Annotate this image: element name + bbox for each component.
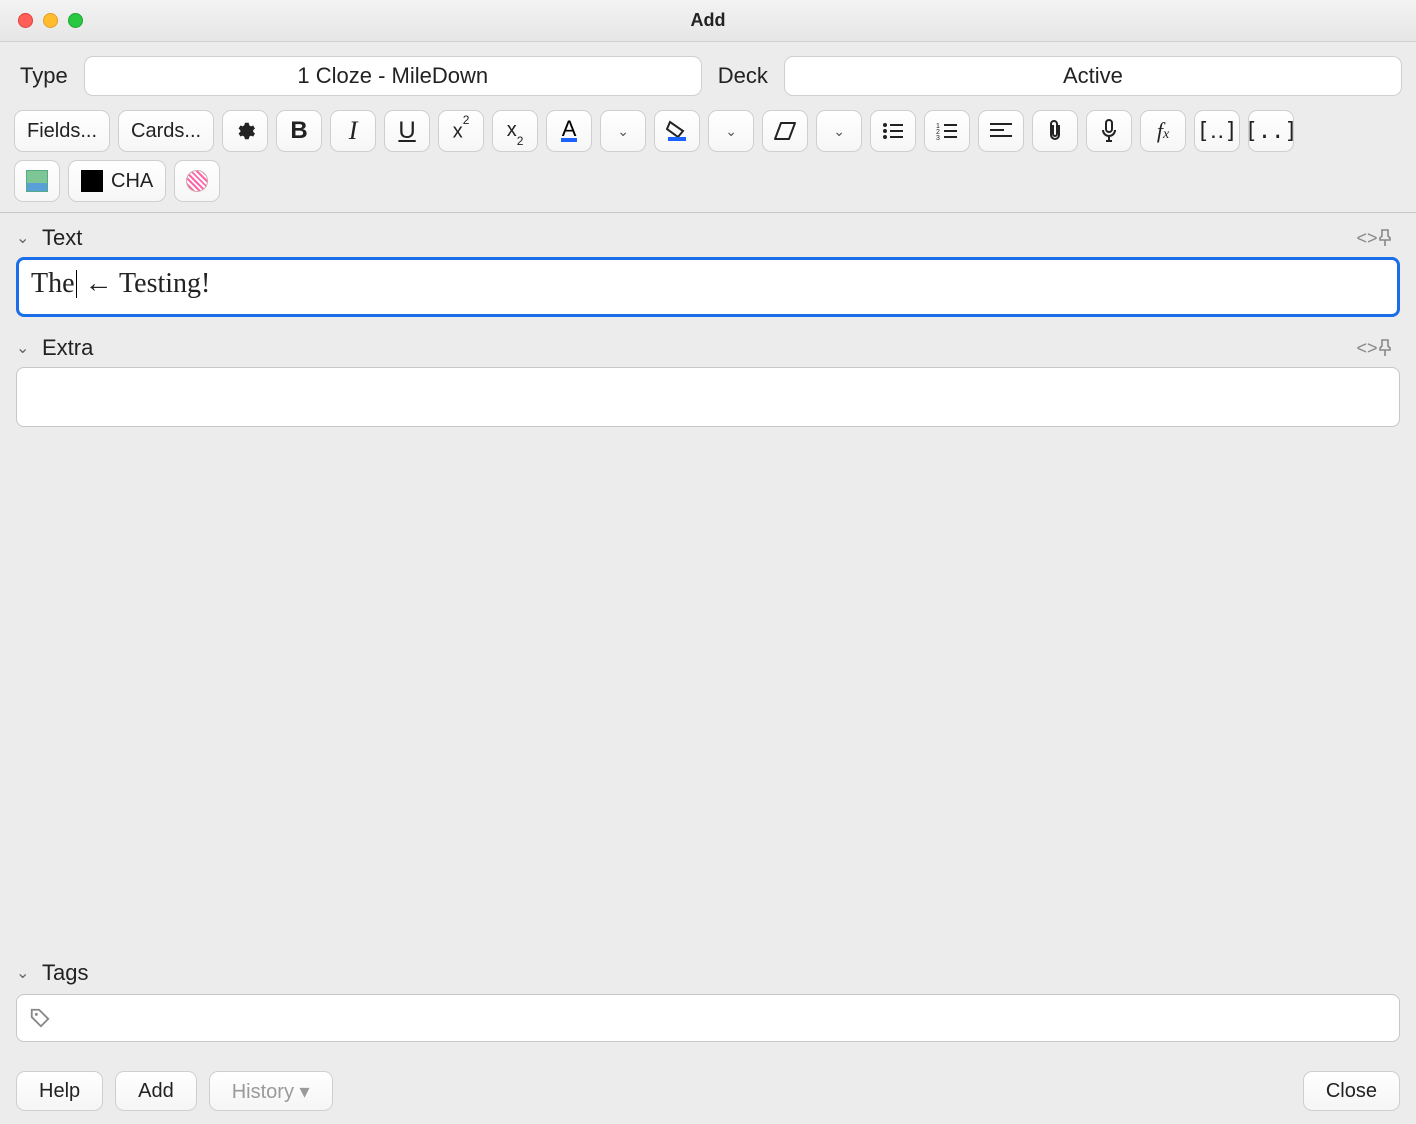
text-color-dropdown[interactable]: ⌄ xyxy=(600,110,646,152)
highlight-button[interactable] xyxy=(654,110,700,152)
subscript-icon: x2 xyxy=(507,119,524,144)
underline-icon: U xyxy=(398,117,415,145)
tags-input[interactable] xyxy=(16,994,1400,1042)
gear-icon xyxy=(234,120,256,142)
subscript-button[interactable]: x2 xyxy=(492,110,538,152)
bold-button[interactable]: B xyxy=(276,110,322,152)
text-color-button[interactable]: A xyxy=(546,110,592,152)
cha-label: CHA xyxy=(111,170,153,193)
eraser-icon xyxy=(773,121,797,141)
chevron-down-icon: ⌄ xyxy=(617,123,629,140)
window-title: Add xyxy=(0,10,1416,31)
underline-button[interactable]: U xyxy=(384,110,430,152)
image-icon xyxy=(26,170,48,192)
function-icon: fx xyxy=(1157,118,1169,144)
bold-icon: B xyxy=(290,117,307,145)
field-text-value-after: ← Testing! xyxy=(78,268,211,299)
field-text-value-before: The xyxy=(31,268,75,299)
text-cursor xyxy=(76,270,77,298)
fields-button[interactable]: Fields... xyxy=(14,110,110,152)
italic-button[interactable]: I xyxy=(330,110,376,152)
tags-label: Tags xyxy=(42,960,88,986)
editor-toolbar: Fields... Cards... B I U x2 x2 A ⌄ ⌄ ⌄ xyxy=(0,104,1416,213)
collapse-toggle[interactable]: ⌄ xyxy=(16,963,34,983)
record-audio-button[interactable] xyxy=(1086,110,1132,152)
note-type-value: 1 Cloze - MileDown xyxy=(297,63,488,89)
chevron-down-icon: ⌄ xyxy=(833,123,845,140)
deck-value: Active xyxy=(1063,63,1123,89)
bottom-bar: Help Add History ▾ Close xyxy=(0,1058,1416,1124)
field-extra-label: Extra xyxy=(42,335,93,361)
field-extra-input[interactable] xyxy=(16,367,1400,427)
highlight-dropdown[interactable]: ⌄ xyxy=(708,110,754,152)
type-deck-row: Type 1 Cloze - MileDown Deck Active xyxy=(0,42,1416,104)
cha-color-button[interactable]: CHA xyxy=(68,160,166,202)
paperclip-icon xyxy=(1047,119,1063,143)
clear-format-dropdown[interactable]: ⌄ xyxy=(816,110,862,152)
text-color-icon: A xyxy=(561,120,578,142)
deck-selector[interactable]: Active xyxy=(784,56,1402,96)
type-label: Type xyxy=(14,63,74,89)
color-swatch-icon xyxy=(81,170,103,192)
field-extra: ⌄ Extra <> xyxy=(16,335,1400,427)
equation-button[interactable]: fx xyxy=(1140,110,1186,152)
clear-format-button[interactable] xyxy=(762,110,808,152)
collapse-toggle[interactable]: ⌄ xyxy=(16,338,34,358)
note-type-selector[interactable]: 1 Cloze - MileDown xyxy=(84,56,702,96)
title-bar: Add xyxy=(0,0,1416,42)
help-button[interactable]: Help xyxy=(16,1071,103,1111)
field-text-input[interactable]: The ← Testing! xyxy=(16,257,1400,317)
addon-button[interactable] xyxy=(174,160,220,202)
html-toggle-icon[interactable]: <> xyxy=(1356,338,1378,359)
addon-icon xyxy=(186,170,208,192)
field-text: ⌄ Text <> The ← Testing! xyxy=(16,225,1400,317)
unordered-list-button[interactable] xyxy=(870,110,916,152)
italic-icon: I xyxy=(349,116,358,146)
cloze-button[interactable]: [‥] xyxy=(1194,110,1240,152)
align-icon xyxy=(990,122,1012,140)
html-toggle-icon[interactable]: <> xyxy=(1356,228,1378,249)
cloze-same-icon: [..] xyxy=(1245,119,1298,144)
options-button[interactable] xyxy=(222,110,268,152)
attach-button[interactable] xyxy=(1032,110,1078,152)
add-button[interactable]: Add xyxy=(115,1071,197,1111)
image-occlusion-button[interactable] xyxy=(14,160,60,202)
chevron-down-icon: ⌄ xyxy=(725,123,737,140)
alignment-button[interactable] xyxy=(978,110,1024,152)
svg-text:3: 3 xyxy=(936,135,940,140)
collapse-toggle[interactable]: ⌄ xyxy=(16,228,34,248)
history-button[interactable]: History ▾ xyxy=(209,1071,333,1111)
microphone-icon xyxy=(1101,119,1117,143)
superscript-button[interactable]: x2 xyxy=(438,110,484,152)
cards-button[interactable]: Cards... xyxy=(118,110,214,152)
pin-icon[interactable] xyxy=(1378,339,1400,357)
tags-section: ⌄ Tags xyxy=(0,960,1416,1042)
pin-icon[interactable] xyxy=(1378,229,1400,247)
tag-icon xyxy=(29,1007,51,1029)
cloze-same-button[interactable]: [..] xyxy=(1248,110,1294,152)
unordered-list-icon xyxy=(882,122,904,140)
ordered-list-button[interactable]: 123 xyxy=(924,110,970,152)
deck-label: Deck xyxy=(712,63,774,89)
fields-area: ⌄ Text <> The ← Testing! ⌄ Extra <> xyxy=(0,213,1416,449)
superscript-icon: x2 xyxy=(453,119,470,144)
highlight-icon xyxy=(665,120,689,142)
ordered-list-icon: 123 xyxy=(936,122,958,140)
cloze-icon: [‥] xyxy=(1196,119,1237,144)
field-text-label: Text xyxy=(42,225,82,251)
close-button[interactable]: Close xyxy=(1303,1071,1400,1111)
